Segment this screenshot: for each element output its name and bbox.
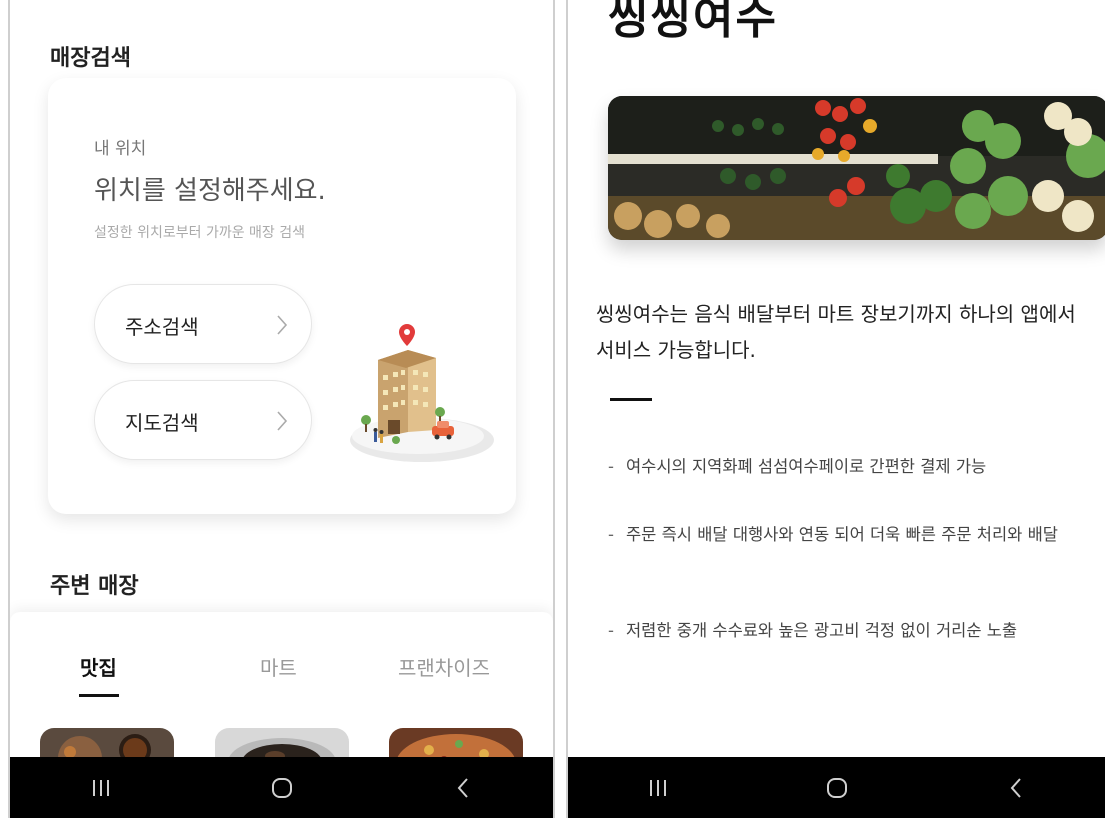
right-phone-screen: 씽씽여수 씽씽여수는 음식 배달부터 마트 장보기까지 하나의 앱에서 서비스 … <box>566 0 1105 818</box>
left-phone-screen: 매장검색 내 위치 위치를 설정해주세요. 설정한 위치로부터 가까운 매장 검… <box>8 0 555 818</box>
map-search-button[interactable]: 지도검색 <box>94 380 312 460</box>
location-card: 내 위치 위치를 설정해주세요. 설정한 위치로부터 가까운 매장 검색 주소검… <box>48 78 516 514</box>
feature-bullet: - 주문 즉시 배달 대행사와 연동 되어 더욱 빠른 주문 처리와 배달 <box>608 520 1068 550</box>
feature-bullet: - 저렴한 중개 수수료와 높은 광고비 걱정 없이 거리순 노출 <box>608 616 1068 646</box>
my-location-label: 내 위치 <box>94 139 147 159</box>
feature-text: 저렴한 중개 수수료와 높은 광고비 걱정 없이 거리순 노출 <box>626 621 1018 640</box>
system-navigation-bar <box>10 757 553 818</box>
tab-franchise[interactable]: 프랜차이즈 <box>398 652 490 681</box>
bullet-marker: - <box>608 621 614 640</box>
app-title: 씽씽여수 <box>608 0 778 44</box>
location-description: 설정한 위치로부터 가까운 매장 검색 <box>94 225 305 241</box>
nearby-stores-sheet: 맛집 마트 프랜차이즈 <box>10 612 553 772</box>
building-location-illustration <box>338 320 498 474</box>
feature-bullet: - 여수시의 지역화폐 섬섬여수페이로 간편한 결제 가능 <box>608 452 1068 482</box>
home-icon[interactable] <box>252 768 312 808</box>
address-search-label: 주소검색 <box>125 315 199 339</box>
back-icon[interactable] <box>433 768 493 808</box>
bullet-marker: - <box>608 525 614 544</box>
chevron-right-icon <box>275 409 289 437</box>
tab-restaurants[interactable]: 맛집 <box>80 652 117 681</box>
home-icon[interactable] <box>807 768 867 808</box>
address-search-button[interactable]: 주소검색 <box>94 284 312 364</box>
feature-text: 주문 즉시 배달 대행사와 연동 되어 더욱 빠른 주문 처리와 배달 <box>626 525 1058 544</box>
nearby-stores-title: 주변 매장 <box>50 574 139 599</box>
chevron-right-icon <box>275 313 289 341</box>
bullet-marker: - <box>608 457 614 476</box>
system-navigation-bar <box>568 757 1105 818</box>
app-introduction: 씽씽여수는 음식 배달부터 마트 장보기까지 하나의 앱에서 서비스 가능합니다… <box>596 302 1076 362</box>
set-location-heading[interactable]: 위치를 설정해주세요. <box>94 170 326 207</box>
recent-apps-icon[interactable] <box>628 768 688 808</box>
back-icon[interactable] <box>986 768 1046 808</box>
store-search-title: 매장검색 <box>50 46 131 71</box>
grocery-banner-image <box>608 96 1105 240</box>
section-divider <box>610 398 652 401</box>
active-tab-indicator <box>79 694 119 697</box>
tab-mart[interactable]: 마트 <box>260 652 297 681</box>
feature-text: 여수시의 지역화폐 섬섬여수페이로 간편한 결제 가능 <box>626 457 987 476</box>
map-search-label: 지도검색 <box>125 411 199 435</box>
recent-apps-icon[interactable] <box>71 768 131 808</box>
